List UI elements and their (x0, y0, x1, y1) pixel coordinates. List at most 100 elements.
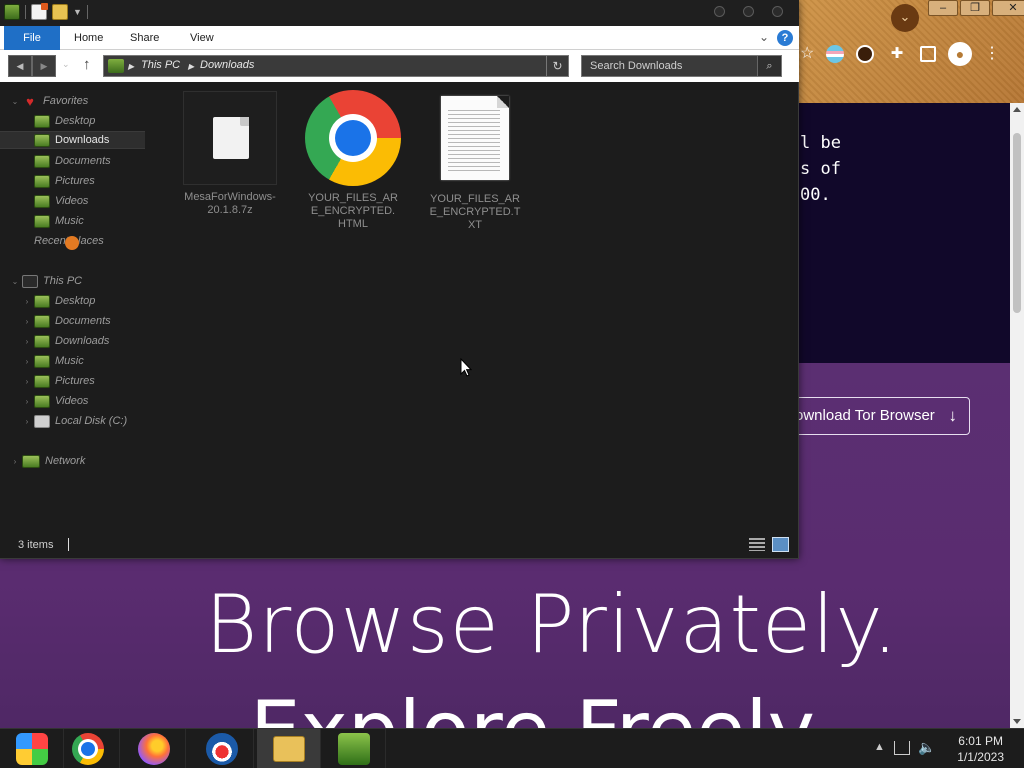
search-box: ⌕ (581, 55, 782, 77)
this-pc-icon (108, 59, 124, 73)
collapse-chevron-icon[interactable]: ⌄ (10, 97, 20, 106)
bookmark-star-icon[interactable]: ☆ (800, 43, 814, 65)
tab-view[interactable]: View (190, 26, 214, 50)
tree-fav-recent[interactable]: Recent places (34, 232, 104, 250)
text-lines (448, 110, 500, 172)
taskbar-network-app[interactable] (322, 729, 386, 768)
tree-pc-desktop[interactable]: › Desktop (22, 292, 95, 310)
tree-fav-desktop[interactable]: Desktop (34, 112, 95, 130)
explorer-titlebar[interactable]: ▼ (0, 0, 799, 26)
browser-restore-button[interactable]: ❐ (960, 0, 990, 16)
network-status-icon[interactable] (894, 741, 910, 755)
recent-locations-chevron-icon[interactable]: ⌄ (62, 59, 70, 70)
file-item[interactable]: YOUR_FILES_ARE_ENCRYPTED.HTML (305, 90, 401, 231)
scrollbar-thumb[interactable] (1013, 133, 1021, 313)
item-count: 3 items (18, 539, 54, 551)
taskbar-firefox[interactable] (122, 729, 186, 768)
file-name: YOUR_FILES_ARE_ENCRYPTED.TXT (429, 193, 521, 231)
expand-chevron-icon[interactable]: › (22, 397, 32, 406)
scroll-up-icon[interactable] (1013, 107, 1021, 112)
expand-chevron-icon[interactable]: › (22, 377, 32, 386)
properties-icon[interactable] (31, 3, 48, 20)
tree-label: Pictures (55, 175, 95, 187)
help-icon[interactable]: ? (777, 30, 793, 46)
browser-scrollbar[interactable] (1010, 103, 1024, 728)
browser-minimize-button[interactable]: – (928, 0, 958, 16)
taskbar-obama-app[interactable] (190, 729, 254, 768)
volume-icon[interactable]: 🔈 (918, 739, 935, 756)
new-folder-icon[interactable] (52, 4, 68, 20)
show-hidden-icons-icon[interactable]: ▲ (874, 741, 885, 753)
tree-fav-videos[interactable]: Videos (34, 192, 88, 210)
tab-search-chevron-icon[interactable]: ⌄ (891, 4, 919, 32)
tree-pc-documents[interactable]: › Documents (22, 312, 111, 330)
taskbar-chrome[interactable] (56, 729, 120, 768)
tree-pc-videos[interactable]: › Videos (22, 392, 88, 410)
close-button[interactable] (772, 6, 783, 17)
forward-button[interactable]: ▶ (32, 55, 56, 77)
tree-pc-local-disk[interactable]: › Local Disk (C:) (22, 412, 127, 430)
text-file-icon (427, 91, 523, 187)
expand-chevron-icon[interactable]: › (10, 457, 20, 466)
tree-pc-downloads[interactable]: › Downloads (22, 332, 109, 350)
expand-chevron-icon[interactable]: › (22, 297, 32, 306)
scroll-down-icon[interactable] (1013, 719, 1021, 724)
tree-fav-documents[interactable]: Documents (34, 152, 111, 170)
tree-label: Documents (55, 315, 111, 327)
expand-chevron-icon[interactable]: › (22, 337, 32, 346)
webpage-code-text: l be s of 00. (800, 130, 841, 208)
breadcrumb-separator-icon[interactable]: ▶ (128, 62, 134, 71)
minimize-button[interactable] (714, 6, 725, 17)
refresh-icon[interactable]: ↻ (546, 56, 568, 76)
file-name: MesaForWindows-20.1.8.7z (184, 191, 276, 216)
start-button[interactable] (0, 729, 64, 768)
details-view-icon[interactable] (749, 538, 765, 551)
breadcrumb-this-pc[interactable]: This PC (141, 59, 180, 71)
expand-ribbon-chevron-icon[interactable]: ⌄ (759, 30, 769, 44)
large-icons-view-icon[interactable] (772, 537, 789, 552)
expand-chevron-icon[interactable]: › (22, 357, 32, 366)
taskbar-file-explorer[interactable] (257, 729, 321, 768)
file-item[interactable]: YOUR_FILES_ARE_ENCRYPTED.TXT (427, 91, 523, 232)
code-line: 00. (800, 185, 831, 205)
up-arrow-icon[interactable]: ↑ (83, 56, 91, 73)
tree-label: Favorites (43, 95, 89, 107)
address-bar[interactable]: ▶ This PC ▶ Downloads ↻ (103, 55, 569, 77)
tree-network[interactable]: › Network (10, 452, 85, 470)
tree-label: This PC (43, 275, 83, 287)
tab-file[interactable]: File (4, 26, 60, 50)
text-document-icon (441, 96, 509, 180)
browser-menu-icon[interactable]: ⋮ (984, 43, 1000, 65)
tree-this-pc[interactable]: ⌄ This PC (10, 272, 82, 290)
explorer-app-icon[interactable] (4, 4, 20, 20)
back-button[interactable]: ◀ (8, 55, 32, 77)
download-tor-button[interactable]: ownload Tor Browser ↓ (770, 397, 970, 435)
file-item[interactable]: MesaForWindows-20.1.8.7z (182, 91, 278, 217)
maximize-button[interactable] (743, 6, 754, 17)
browser-close-button[interactable]: ✕ (992, 0, 1024, 16)
tree-pc-pictures[interactable]: › Pictures (22, 372, 95, 390)
flag-extension-icon[interactable] (826, 45, 844, 63)
breadcrumb-downloads[interactable]: Downloads (200, 59, 254, 71)
tab-share[interactable]: Share (130, 26, 159, 50)
breadcrumb-separator-icon[interactable]: ▶ (188, 62, 194, 71)
extensions-puzzle-icon[interactable]: ✚ (886, 43, 908, 65)
profile-avatar-icon[interactable]: ● (948, 42, 972, 66)
extension-avatar-icon[interactable] (856, 45, 874, 63)
expand-chevron-icon[interactable]: › (22, 317, 32, 326)
tree-fav-downloads[interactable]: Downloads (0, 131, 145, 149)
side-panel-icon[interactable] (920, 46, 936, 62)
code-line: s of (800, 159, 841, 179)
chrome-icon (72, 733, 104, 765)
system-clock[interactable]: 6:01 PM 1/1/2023 (957, 733, 1004, 765)
tree-pc-music[interactable]: › Music (22, 352, 84, 370)
tree-favorites[interactable]: ⌄ ♥ Favorites (10, 92, 89, 110)
tab-home[interactable]: Home (74, 26, 103, 50)
customize-toolbar-chevron-icon[interactable]: ▼ (73, 7, 82, 17)
tree-fav-pictures[interactable]: Pictures (34, 172, 95, 190)
search-icon[interactable]: ⌕ (757, 56, 781, 76)
tree-fav-music[interactable]: Music (34, 212, 84, 230)
expand-chevron-icon[interactable]: › (22, 417, 32, 426)
collapse-chevron-icon[interactable]: ⌄ (10, 277, 20, 286)
search-input[interactable] (582, 56, 757, 76)
